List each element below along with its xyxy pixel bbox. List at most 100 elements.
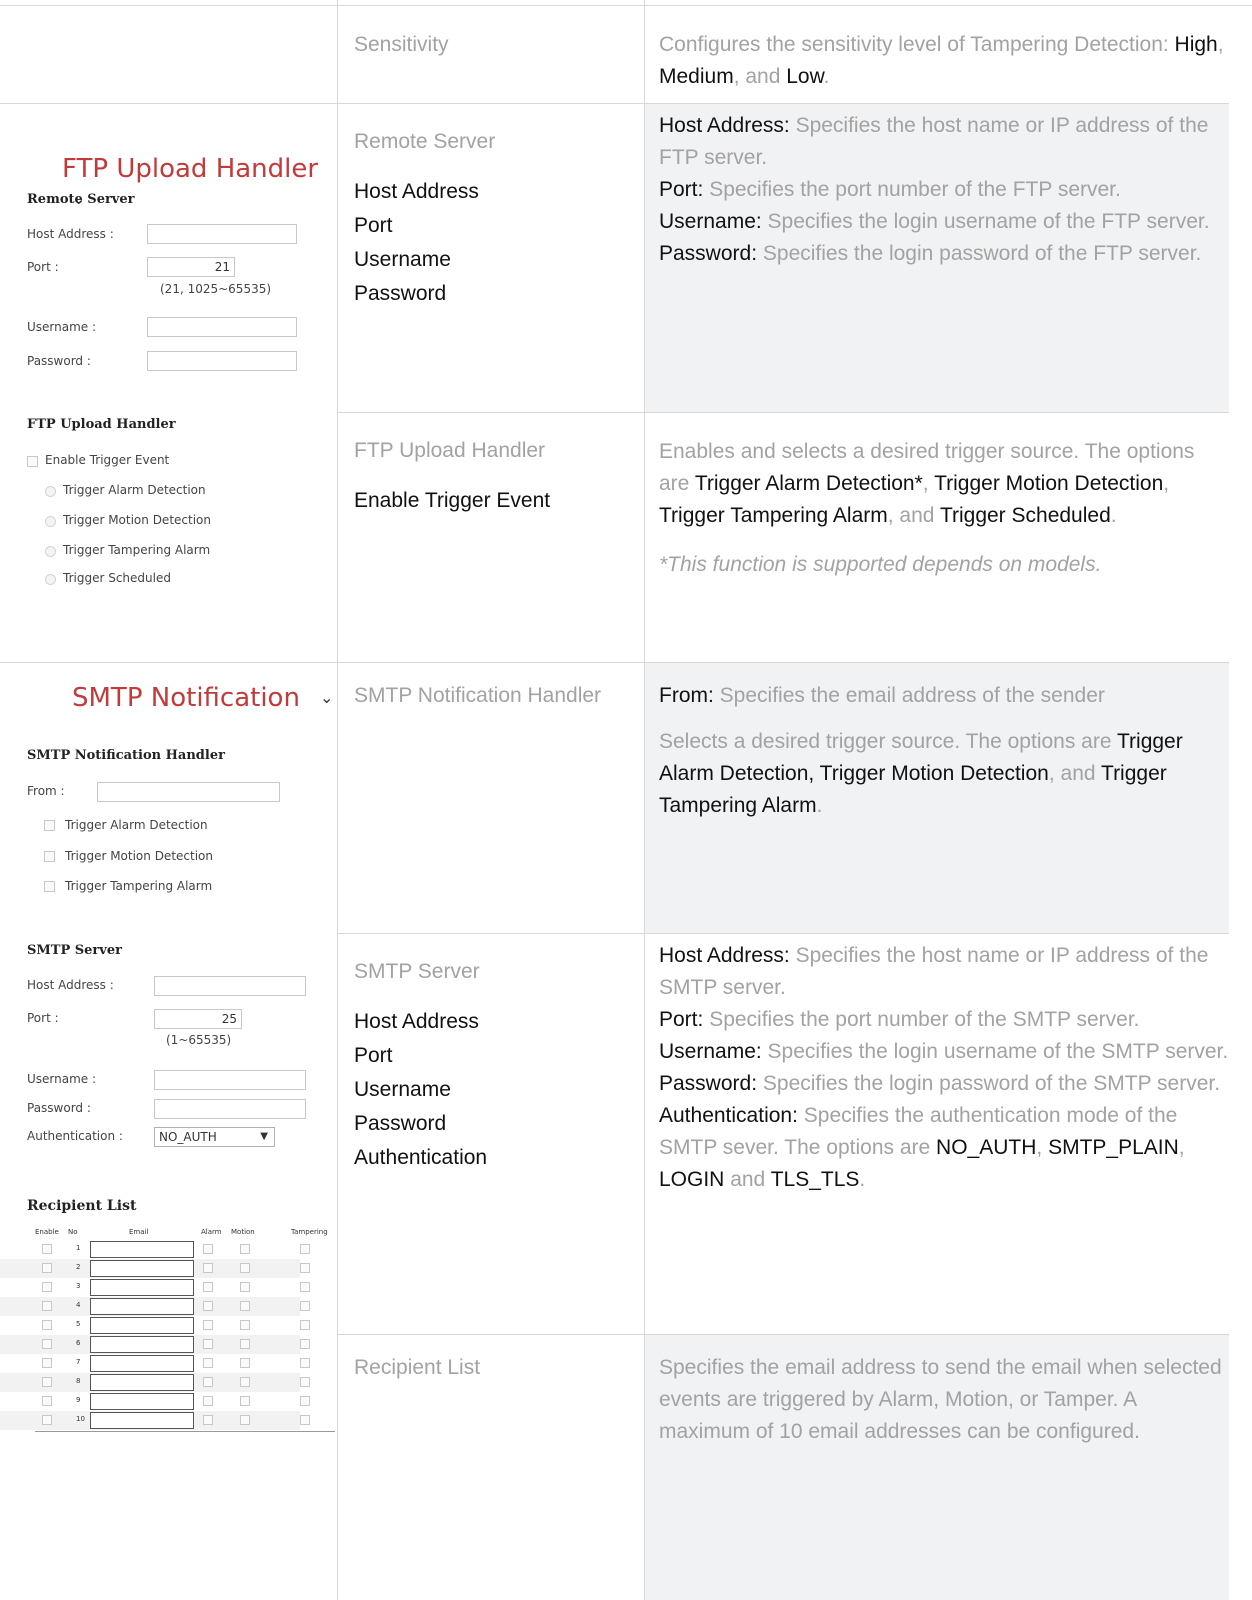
trigger-alarm-radio[interactable]	[45, 486, 56, 497]
recipient-enable-checkbox[interactable]	[42, 1244, 52, 1254]
recipient-alarm-checkbox[interactable]	[203, 1244, 213, 1254]
smtp-section-header: SMTP Notification ⌄	[72, 683, 333, 713]
recipient-alarm-checkbox[interactable]	[203, 1358, 213, 1368]
recipient-email-input[interactable]	[90, 1298, 194, 1315]
recipient-tampering-checkbox[interactable]	[300, 1301, 310, 1311]
recipient-motion-checkbox[interactable]	[240, 1244, 250, 1254]
smtp-host-label: Host Address :	[27, 978, 114, 992]
desc-text: Selects a desired trigger source. The op…	[659, 730, 1117, 753]
trigger-scheduled-radio[interactable]	[45, 574, 56, 585]
trigger-tampering-radio[interactable]	[45, 546, 56, 557]
table-row: 2	[0, 1259, 310, 1278]
recipient-motion-checkbox[interactable]	[240, 1415, 250, 1425]
recipient-alarm-checkbox[interactable]	[203, 1339, 213, 1349]
recipient-motion-checkbox[interactable]	[240, 1301, 250, 1311]
trigger-motion-radio[interactable]	[45, 516, 56, 527]
smtp-username-label: Username :	[27, 1072, 97, 1086]
recipient-enable-checkbox[interactable]	[42, 1358, 52, 1368]
authentication-select[interactable]: NO_AUTH ▼	[154, 1127, 275, 1147]
recipient-tampering-checkbox[interactable]	[300, 1263, 310, 1273]
recipient-email-input[interactable]	[90, 1260, 194, 1277]
field-port: Port	[354, 214, 393, 237]
recipient-email-input[interactable]	[90, 1279, 194, 1296]
recipient-enable-checkbox[interactable]	[42, 1339, 52, 1349]
recipient-tampering-checkbox[interactable]	[300, 1282, 310, 1292]
smtp-trigger-alarm-checkbox[interactable]	[44, 820, 55, 831]
trigger-alarm-label: Trigger Alarm Detection	[63, 483, 206, 497]
col-enable: Enable	[35, 1228, 59, 1236]
recipient-email-input[interactable]	[90, 1374, 194, 1391]
recipient-tampering-checkbox[interactable]	[300, 1244, 310, 1254]
recipient-motion-checkbox[interactable]	[240, 1339, 250, 1349]
recipient-tampering-checkbox[interactable]	[300, 1339, 310, 1349]
smtp-password-input[interactable]	[154, 1099, 306, 1119]
chevron-down-icon[interactable]: ⌄	[320, 688, 333, 707]
recipient-motion-checkbox[interactable]	[240, 1263, 250, 1273]
smtp-trigger-motion-checkbox[interactable]	[44, 851, 55, 862]
recipient-enable-checkbox[interactable]	[42, 1301, 52, 1311]
recipient-list-description: Specifies the email address to send the …	[659, 1356, 1222, 1443]
recipient-alarm-checkbox[interactable]	[203, 1415, 213, 1425]
column-divider-left	[337, 0, 338, 1600]
recipient-email-input[interactable]	[90, 1412, 194, 1429]
recipient-tampering-checkbox[interactable]	[300, 1358, 310, 1368]
smtp-trigger-tampering-checkbox[interactable]	[44, 881, 55, 892]
from-input[interactable]	[97, 782, 280, 802]
recipient-email-input[interactable]	[90, 1393, 194, 1410]
recipient-number: 3	[76, 1282, 81, 1290]
desc-password: Specifies the login password of the SMTP…	[757, 1072, 1221, 1095]
recipient-email-input[interactable]	[90, 1241, 194, 1258]
recipient-alarm-checkbox[interactable]	[203, 1396, 213, 1406]
table-row: 6	[0, 1335, 310, 1354]
smtp-password-label: Password :	[27, 1101, 91, 1115]
field-username: Username	[354, 248, 451, 271]
smtp-username-input[interactable]	[154, 1070, 306, 1090]
recipient-motion-checkbox[interactable]	[240, 1320, 250, 1330]
from-label: From :	[27, 784, 65, 798]
remote-server-fields: Remote Server Host Address Port Username…	[354, 125, 634, 311]
recipient-tampering-checkbox[interactable]	[300, 1396, 310, 1406]
username-input[interactable]	[147, 317, 297, 337]
recipient-motion-checkbox[interactable]	[240, 1282, 250, 1292]
smtp-host-input[interactable]	[154, 976, 306, 996]
recipient-enable-checkbox[interactable]	[42, 1415, 52, 1425]
port-input[interactable]: 21	[147, 257, 235, 277]
recipient-list-fields: Recipient List	[354, 1351, 634, 1385]
table-row: 7	[0, 1354, 310, 1373]
authentication-value: NO_AUTH	[159, 1130, 217, 1144]
recipient-tampering-checkbox[interactable]	[300, 1415, 310, 1425]
recipient-enable-checkbox[interactable]	[42, 1320, 52, 1330]
recipient-alarm-checkbox[interactable]	[203, 1301, 213, 1311]
recipient-enable-checkbox[interactable]	[42, 1282, 52, 1292]
host-address-input[interactable]	[147, 224, 297, 244]
recipient-enable-checkbox[interactable]	[42, 1263, 52, 1273]
recipient-motion-checkbox[interactable]	[240, 1377, 250, 1387]
recipient-list-bottom-border	[35, 1431, 335, 1432]
field-host-address: Host Address	[354, 180, 479, 203]
recipient-enable-checkbox[interactable]	[42, 1396, 52, 1406]
recipient-alarm-checkbox[interactable]	[203, 1282, 213, 1292]
col-email: Email	[129, 1228, 149, 1236]
option-low: Low	[786, 65, 824, 88]
option-text: NO_AUTH	[936, 1136, 1037, 1159]
enable-trigger-checkbox[interactable]	[27, 456, 38, 467]
recipient-motion-checkbox[interactable]	[240, 1358, 250, 1368]
recipient-number: 6	[76, 1339, 81, 1347]
recipient-alarm-checkbox[interactable]	[203, 1377, 213, 1387]
row-divider	[337, 933, 1229, 934]
recipient-enable-checkbox[interactable]	[42, 1377, 52, 1387]
sensitivity-description: Configures the sensitivity level of Tamp…	[659, 29, 1229, 93]
recipient-email-input[interactable]	[90, 1355, 194, 1372]
recipient-tampering-checkbox[interactable]	[300, 1320, 310, 1330]
recipient-email-input[interactable]	[90, 1336, 194, 1353]
table-row: 9	[0, 1392, 310, 1411]
password-input[interactable]	[147, 351, 297, 371]
smtp-port-input[interactable]: 25	[154, 1009, 242, 1029]
recipient-alarm-checkbox[interactable]	[203, 1263, 213, 1273]
recipient-email-input[interactable]	[90, 1317, 194, 1334]
col-alarm: Alarm	[201, 1228, 222, 1236]
recipient-tampering-checkbox[interactable]	[300, 1377, 310, 1387]
key-password: Password:	[659, 1072, 758, 1095]
recipient-alarm-checkbox[interactable]	[203, 1320, 213, 1330]
recipient-motion-checkbox[interactable]	[240, 1396, 250, 1406]
